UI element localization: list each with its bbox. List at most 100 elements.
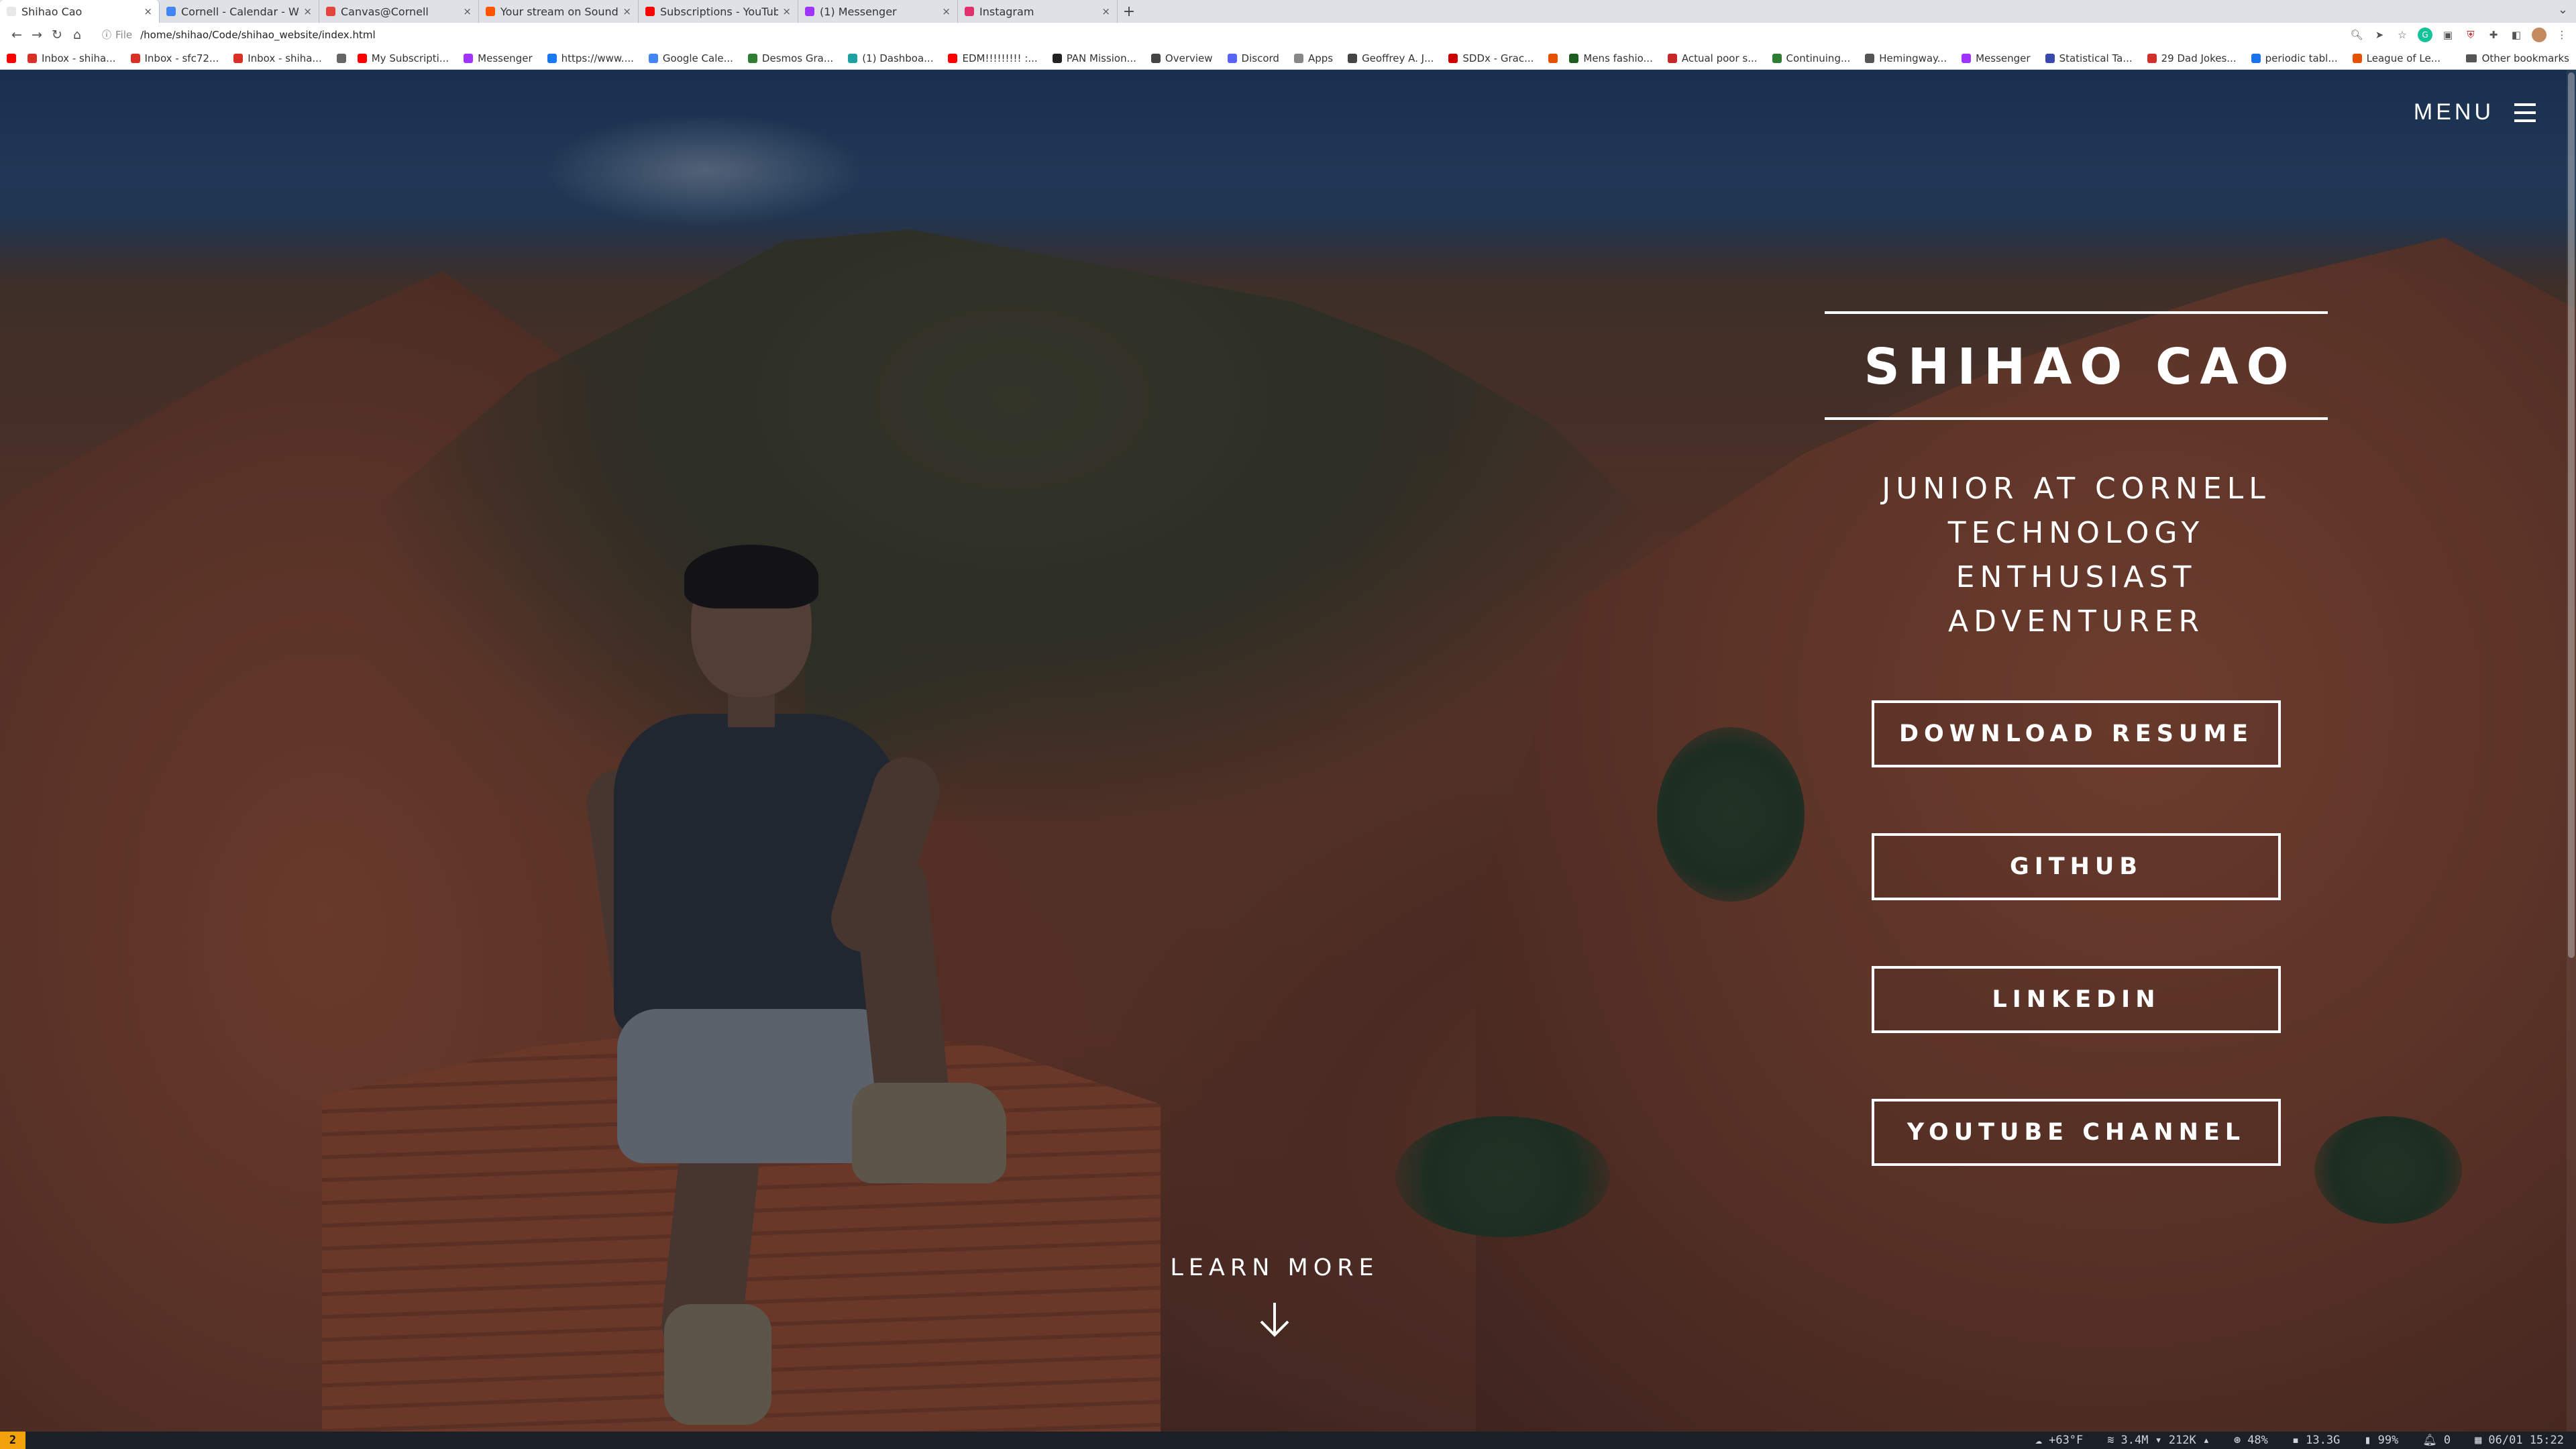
profile-avatar[interactable] xyxy=(2532,28,2546,42)
bookmark-favicon-icon xyxy=(1448,53,1458,63)
bookmark-item[interactable]: Google Cale... xyxy=(648,52,733,64)
bookmark-item[interactable]: Hemingway... xyxy=(1865,52,1947,64)
tab-favicon-icon xyxy=(326,7,335,16)
scrollbar-thumb[interactable] xyxy=(2568,72,2575,958)
bookmark-label: Inbox - sfc72... xyxy=(144,52,219,64)
new-tab-button[interactable]: + xyxy=(1118,0,1140,23)
bookmark-label: periodic tabl... xyxy=(2265,52,2338,64)
back-icon[interactable]: ← xyxy=(7,25,27,45)
bookmark-item[interactable]: Continuing... xyxy=(1772,52,1850,64)
star-icon[interactable]: ☆ xyxy=(2395,28,2410,42)
browser-tab[interactable]: Shihao Cao × xyxy=(0,0,160,23)
bookmark-item[interactable]: Inbox - sfc72... xyxy=(130,52,219,64)
address-scheme: File xyxy=(115,29,133,41)
browser-tab[interactable]: Your stream on Sound × xyxy=(479,0,639,23)
forward-icon[interactable]: → xyxy=(27,25,47,45)
window-controls-icon[interactable]: ⌄ xyxy=(2558,3,2568,17)
shield-extension-icon[interactable]: ⛨ xyxy=(2463,28,2478,42)
bookmark-favicon-icon xyxy=(547,53,557,63)
reload-icon[interactable]: ↻ xyxy=(47,25,67,45)
bookmark-item[interactable]: Overview xyxy=(1150,52,1213,64)
send-icon[interactable]: ➤ xyxy=(2372,28,2387,42)
cpu-value: 48% xyxy=(2247,1434,2268,1447)
bookmark-item[interactable] xyxy=(1548,53,1562,63)
weather-value: +63°F xyxy=(2049,1434,2084,1447)
bookmark-item[interactable]: Messenger xyxy=(464,52,533,64)
tab-title: Instagram xyxy=(979,5,1034,18)
bookmark-item[interactable]: (1) Dashboa... xyxy=(848,52,933,64)
browser-tab[interactable]: Canvas@Cornell × xyxy=(319,0,479,23)
bookmark-label: Statistical Ta... xyxy=(2059,52,2133,64)
tab-title: Your stream on Sound xyxy=(500,5,619,18)
download-resume-button[interactable]: DOWNLOAD RESUME xyxy=(1872,700,2281,767)
bookmark-favicon-icon xyxy=(948,53,958,63)
other-bookmarks[interactable]: Other bookmarks xyxy=(2465,52,2569,64)
memory-icon: ▪ xyxy=(2292,1434,2300,1447)
bookmark-label: EDM!!!!!!!!! :... xyxy=(962,52,1038,64)
bookmark-item[interactable]: Discord xyxy=(1227,52,1279,64)
sidebar-icon[interactable]: ◧ xyxy=(2509,28,2524,42)
bookmark-item[interactable] xyxy=(7,53,21,63)
bookmark-item[interactable]: Statistical Ta... xyxy=(2045,52,2133,64)
bookmark-label: (1) Dashboa... xyxy=(862,52,934,64)
learn-more-link[interactable]: LEARN MORE xyxy=(1020,1254,1529,1343)
tab-close-icon[interactable]: × xyxy=(1102,5,1110,17)
more-menu-icon[interactable]: ⋮ xyxy=(2555,28,2569,42)
tab-close-icon[interactable]: × xyxy=(623,5,631,17)
bookmark-item[interactable]: SDDx - Grac... xyxy=(1448,52,1534,64)
bookmark-item[interactable]: https://www.... xyxy=(547,52,634,64)
folder-icon xyxy=(2465,54,2477,62)
tab-favicon-icon xyxy=(166,7,176,16)
browser-tab[interactable]: Instagram × xyxy=(958,0,1118,23)
bookmark-item[interactable]: Actual poor s... xyxy=(1667,52,1758,64)
bookmark-favicon-icon xyxy=(1865,53,1875,63)
bookmark-item[interactable]: Inbox - shiha... xyxy=(233,52,322,64)
github-button[interactable]: GITHUB xyxy=(1872,833,2281,900)
network-up-value: 212K xyxy=(2168,1434,2196,1447)
tab-title: Cornell - Calendar - We xyxy=(181,5,300,18)
bookmark-item[interactable]: EDM!!!!!!!!! :... xyxy=(948,52,1038,64)
bookmark-item[interactable]: Mens fashio... xyxy=(1569,52,1653,64)
browser-tab[interactable]: Subscriptions - YouTub × xyxy=(639,0,798,23)
puzzle-extensions-icon[interactable]: ✚ xyxy=(2486,28,2501,42)
zoom-icon[interactable]: 🔍︎ xyxy=(2349,28,2364,42)
bookmark-item[interactable]: periodic tabl... xyxy=(2251,52,2338,64)
bookmark-favicon-icon xyxy=(2352,53,2362,63)
home-icon[interactable]: ⌂ xyxy=(67,25,87,45)
bookmark-item[interactable]: PAN Mission... xyxy=(1052,52,1136,64)
tab-close-icon[interactable]: × xyxy=(782,5,791,17)
address-url[interactable]: /home/shihao/Code/shihao_website/index.h… xyxy=(140,29,376,41)
workspace-indicator[interactable]: 2 xyxy=(0,1432,25,1449)
bookmark-favicon-icon xyxy=(28,53,37,63)
browser-tab[interactable]: (1) Messenger × xyxy=(798,0,958,23)
bell-icon: 🔔︎ xyxy=(2422,1434,2437,1447)
site-info-icon[interactable]: ⓘ xyxy=(102,28,111,42)
linkedin-button[interactable]: LINKEDIN xyxy=(1872,966,2281,1033)
bookmark-item[interactable]: League of Le... xyxy=(2352,52,2440,64)
bookmark-item[interactable]: Desmos Gra... xyxy=(747,52,833,64)
bookmark-item[interactable]: 29 Dad Jokes... xyxy=(2147,52,2237,64)
bookmark-item[interactable]: Geoffrey A. J... xyxy=(1348,52,1434,64)
bookmark-item[interactable]: My Subscripti... xyxy=(357,52,449,64)
youtube-channel-button[interactable]: YOUTUBE CHANNEL xyxy=(1872,1099,2281,1166)
address-bar[interactable]: ⓘ File /home/shihao/Code/shihao_website/… xyxy=(95,25,2339,44)
bookmark-item[interactable]: Messenger xyxy=(1962,52,2031,64)
bookmark-item[interactable]: Inbox - shiha... xyxy=(28,52,116,64)
menu-button[interactable]: MENU xyxy=(2414,99,2536,125)
extension-icon[interactable]: ▣ xyxy=(2440,28,2455,42)
tab-favicon-icon xyxy=(805,7,814,16)
browser-tab[interactable]: Cornell - Calendar - We × xyxy=(160,0,319,23)
system-status-bar: 2 ☁ +63°F ≋ 3.4M ▾ 212K ▴ ⊛ 48% ▪ 13.3G … xyxy=(0,1432,2576,1449)
bookmark-favicon-icon xyxy=(1348,53,1358,63)
scrollbar[interactable] xyxy=(2567,70,2576,1432)
grammarly-extension-icon[interactable]: G xyxy=(2418,28,2432,42)
tab-close-icon[interactable]: × xyxy=(942,5,951,17)
tab-close-icon[interactable]: × xyxy=(463,5,472,17)
tab-close-icon[interactable]: × xyxy=(303,5,312,17)
bookmark-item[interactable]: Apps xyxy=(1293,52,1333,64)
clock-status: ▦ 06/01 15:22 xyxy=(2475,1434,2564,1447)
tab-close-icon[interactable]: × xyxy=(144,5,152,17)
cloud-icon: ☁ xyxy=(2035,1434,2043,1447)
bookmark-favicon-icon xyxy=(336,53,346,63)
bookmark-item[interactable] xyxy=(336,53,351,63)
